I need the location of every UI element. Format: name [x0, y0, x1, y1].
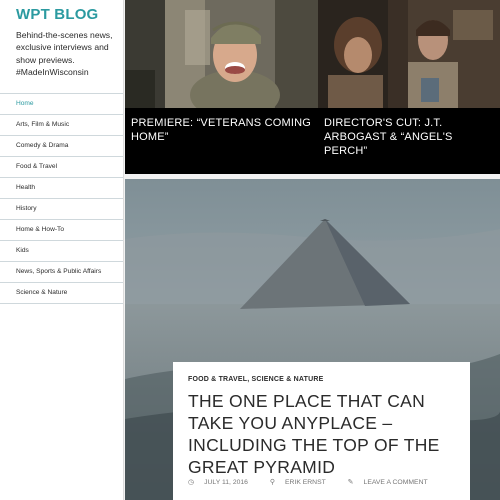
- nav-item-kids[interactable]: Kids: [0, 240, 123, 261]
- category-nav: Home Arts, Film & Music Comedy & Drama F…: [0, 93, 123, 304]
- post-comment-text[interactable]: LEAVE A COMMENT: [364, 479, 428, 486]
- nav-item-label[interactable]: History: [0, 199, 123, 219]
- person-icon: ⚲: [269, 479, 275, 486]
- featured-caption[interactable]: DIRECTOR'S CUT: J.T. ARBOGAST & “ANGEL'S…: [324, 116, 494, 158]
- soldier-photo: [125, 0, 318, 108]
- featured-caption[interactable]: PREMIERE: “VETERANS COMING HOME”: [131, 116, 312, 144]
- nav-item-label[interactable]: Health: [0, 178, 123, 198]
- nav-item-comedy-drama[interactable]: Comedy & Drama: [0, 135, 123, 156]
- speech-bubble-icon: ✎: [347, 479, 354, 486]
- nav-item-label[interactable]: Home: [0, 94, 123, 114]
- post-comment[interactable]: ✎ LEAVE A COMMENT: [348, 479, 438, 486]
- nav-item-home[interactable]: Home: [0, 93, 123, 114]
- nav-item-label[interactable]: Arts, Film & Music: [0, 115, 123, 135]
- nav-item-news-sports-public-affairs[interactable]: News, Sports & Public Affairs: [0, 261, 123, 282]
- featured-post-directors-cut[interactable]: DIRECTOR'S CUT: J.T. ARBOGAST & “ANGEL'S…: [318, 0, 500, 174]
- featured-post-veterans[interactable]: PREMIERE: “VETERANS COMING HOME”: [125, 0, 318, 174]
- nav-item-home-how-to[interactable]: Home & How-To: [0, 219, 123, 240]
- site-title[interactable]: WPT BLOG: [16, 6, 98, 23]
- nav-item-label[interactable]: Comedy & Drama: [0, 136, 123, 156]
- nav-item-arts-film-music[interactable]: Arts, Film & Music: [0, 114, 123, 135]
- nav-item-label[interactable]: Food & Travel: [0, 157, 123, 177]
- featured-thumbnail[interactable]: [318, 0, 500, 108]
- nav-item-food-travel[interactable]: Food & Travel: [0, 156, 123, 177]
- featured-strip: PREMIERE: “VETERANS COMING HOME” DIRECTO…: [125, 0, 500, 174]
- sidebar: WPT BLOG Behind-the-scenes news, exclusi…: [0, 0, 124, 500]
- nav-item-label[interactable]: Science & Nature: [0, 283, 123, 303]
- featured-thumbnail[interactable]: [125, 0, 318, 108]
- nav-item-label[interactable]: News, Sports & Public Affairs: [0, 262, 123, 282]
- site-description: Behind-the-scenes news, exclusive interv…: [16, 30, 113, 78]
- post-categories[interactable]: FOOD & TRAVEL, SCIENCE & NATURE: [188, 376, 323, 383]
- post-date[interactable]: ◷ JULY 11, 2016: [188, 479, 258, 486]
- post-title[interactable]: THE ONE PLACE THAT CAN TAKE YOU ANYPLACE…: [188, 390, 463, 478]
- post-card: FOOD & TRAVEL, SCIENCE & NATURE THE ONE …: [173, 362, 470, 500]
- post-meta: ◷ JULY 11, 2016 ⚲ ERIK ERNST ✎ LEAVE A COMM…: [188, 478, 448, 486]
- post-date-text[interactable]: JULY 11, 2016: [204, 479, 248, 486]
- post-author[interactable]: ⚲ ERIK ERNST: [270, 479, 336, 486]
- nav-item-science-nature[interactable]: Science & Nature: [0, 282, 123, 304]
- nav-item-label[interactable]: Kids: [0, 241, 123, 261]
- nav-item-health[interactable]: Health: [0, 177, 123, 198]
- film-still-photo: [318, 0, 500, 108]
- nav-item-history[interactable]: History: [0, 198, 123, 219]
- post-author-text[interactable]: ERIK ERNST: [285, 479, 326, 486]
- nav-item-label[interactable]: Home & How-To: [0, 220, 123, 240]
- clock-icon: ◷: [188, 479, 195, 486]
